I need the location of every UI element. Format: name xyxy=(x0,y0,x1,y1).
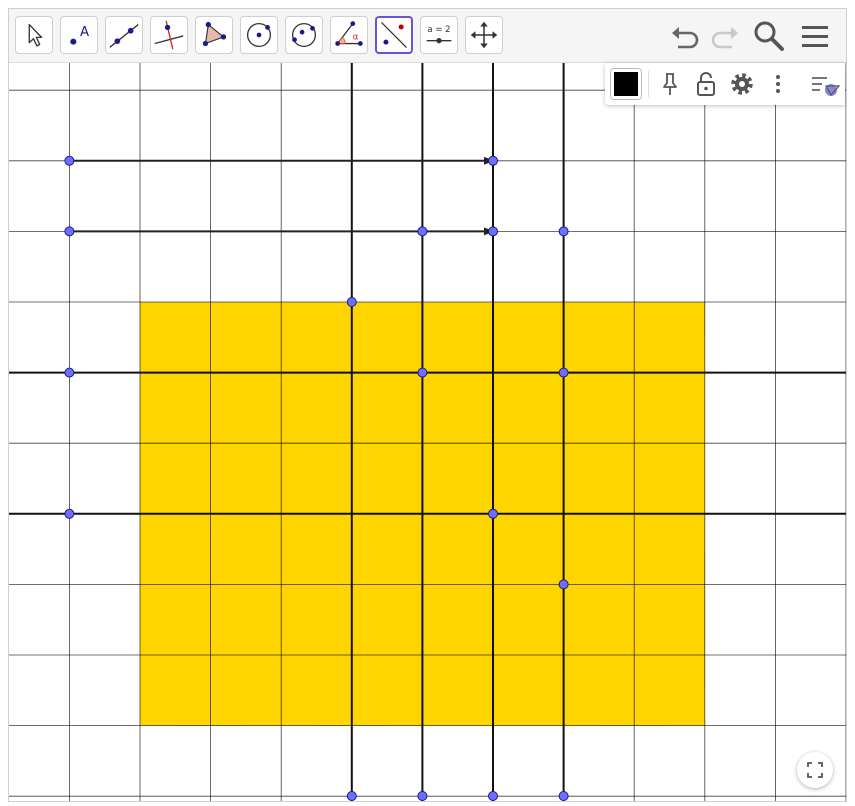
undo-button[interactable] xyxy=(665,17,705,57)
slider-tool[interactable]: a = 2 xyxy=(420,16,458,54)
cursor-arrow-icon xyxy=(28,23,43,47)
geogebra-app: A α a = 2 xyxy=(8,8,847,802)
search-button[interactable] xyxy=(749,17,789,57)
style-bar-toggle[interactable] xyxy=(809,68,841,100)
circle-tool[interactable] xyxy=(240,16,278,54)
polygon-icon xyxy=(202,21,227,47)
perpendicular-line-tool[interactable] xyxy=(150,16,188,54)
separator xyxy=(648,71,649,97)
search-icon xyxy=(754,21,784,51)
point xyxy=(64,226,75,237)
redo-button[interactable] xyxy=(705,17,745,57)
more-options-button[interactable] xyxy=(762,68,794,100)
line-tool[interactable] xyxy=(105,16,143,54)
style-bar-toggle-icon xyxy=(812,77,841,97)
point xyxy=(488,791,498,801)
point xyxy=(558,367,569,378)
main-menu-button[interactable] xyxy=(795,17,835,57)
circle-center-point-icon xyxy=(246,22,272,48)
move-graphics-tool[interactable] xyxy=(465,16,503,54)
style-bar xyxy=(605,63,845,105)
angle-tool[interactable]: α xyxy=(330,16,368,54)
circle-three-points-icon xyxy=(291,22,317,48)
slider-icon: a = 2 xyxy=(426,25,452,44)
lock-button[interactable] xyxy=(690,68,722,100)
undo-icon xyxy=(672,27,699,49)
point xyxy=(417,367,428,378)
point xyxy=(558,579,569,590)
point xyxy=(488,155,498,166)
perpendicular-line-icon xyxy=(154,20,184,50)
point xyxy=(346,297,357,307)
point xyxy=(488,508,498,519)
angle-icon: α xyxy=(335,21,363,46)
pin-button[interactable] xyxy=(654,68,686,100)
circle-three-points-tool[interactable] xyxy=(285,16,323,54)
point xyxy=(64,367,75,378)
point xyxy=(558,226,569,237)
point xyxy=(417,226,428,237)
polygon-tool[interactable] xyxy=(195,16,233,54)
point-a-icon: A xyxy=(70,25,89,45)
settings-button[interactable] xyxy=(726,68,758,100)
toolbar: A α a = 2 xyxy=(9,9,846,63)
move-tool[interactable] xyxy=(15,16,53,54)
gear-icon xyxy=(731,73,753,95)
reflect-about-line-icon xyxy=(381,22,407,48)
graphics-view[interactable] xyxy=(9,9,847,802)
lock-icon xyxy=(697,72,715,96)
svg-text:a = 2: a = 2 xyxy=(427,25,450,35)
point xyxy=(64,155,75,166)
menu-icon xyxy=(802,26,828,47)
point xyxy=(64,508,75,519)
point-tool[interactable]: A xyxy=(60,16,98,54)
point xyxy=(417,791,428,801)
color-swatch[interactable] xyxy=(610,68,642,100)
fullscreen-button[interactable] xyxy=(797,752,833,788)
svg-text:A: A xyxy=(80,25,89,40)
line-through-points-icon xyxy=(109,24,139,48)
more-vertical-icon xyxy=(776,75,780,93)
move-arrows-icon xyxy=(470,21,498,49)
redo-icon xyxy=(711,27,738,49)
point xyxy=(488,226,498,237)
fullscreen-icon xyxy=(807,762,823,778)
pin-icon xyxy=(663,73,677,95)
reflect-tool[interactable] xyxy=(375,16,413,54)
point xyxy=(558,791,569,801)
svg-text:α: α xyxy=(353,33,359,43)
point xyxy=(346,791,357,801)
